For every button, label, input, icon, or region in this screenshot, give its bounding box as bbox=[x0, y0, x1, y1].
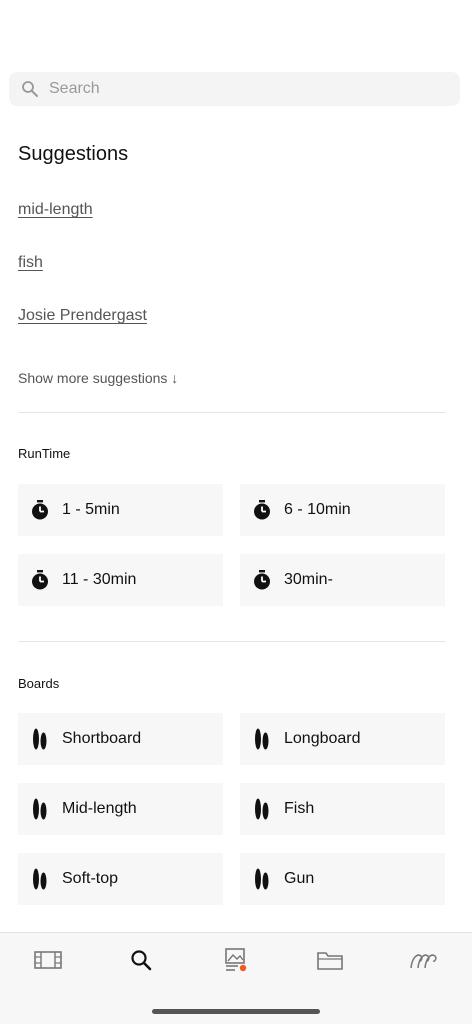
runtime-label: RunTime bbox=[18, 446, 71, 461]
surfboards-icon bbox=[252, 728, 272, 750]
feed-icon bbox=[225, 948, 247, 972]
board-option-2[interactable]: Longboard bbox=[240, 713, 445, 765]
surfboards-icon bbox=[30, 868, 50, 890]
runtime-option-label: 6 - 10min bbox=[284, 501, 351, 518]
runtime-option-2[interactable]: 6 - 10min bbox=[240, 484, 445, 536]
stopwatch-icon bbox=[30, 570, 50, 590]
board-option-6[interactable]: Gun bbox=[240, 853, 445, 905]
stopwatch-icon bbox=[252, 570, 272, 590]
search-bar[interactable] bbox=[9, 72, 460, 106]
runtime-option-3[interactable]: 11 - 30min bbox=[18, 554, 223, 606]
folder-icon bbox=[317, 952, 343, 970]
film-icon bbox=[34, 951, 62, 969]
board-option-label: Gun bbox=[284, 870, 315, 887]
tab-videos[interactable] bbox=[33, 947, 63, 973]
boards-grid: Shortboard Longboard Mid-length Fish Sof… bbox=[18, 713, 446, 906]
suggestion-link-2[interactable]: fish bbox=[18, 254, 43, 272]
boards-label: Boards bbox=[18, 676, 60, 691]
wave-icon bbox=[410, 954, 437, 969]
tab-feed[interactable] bbox=[221, 947, 251, 973]
board-option-label: Shortboard bbox=[62, 730, 142, 747]
tab-profile[interactable] bbox=[409, 947, 439, 973]
surfboards-icon bbox=[252, 798, 272, 820]
suggestion-link-3[interactable]: Josie Prendergast bbox=[18, 307, 147, 325]
runtime-grid: 1 - 5min 6 - 10min 11 - 30min 30min- bbox=[18, 484, 446, 606]
board-option-1[interactable]: Shortboard bbox=[18, 713, 223, 765]
surfboards-icon bbox=[30, 798, 50, 820]
board-option-3[interactable]: Mid-length bbox=[18, 783, 223, 835]
suggestion-link-1[interactable]: mid-length bbox=[18, 201, 93, 219]
surfboards-icon bbox=[252, 868, 272, 890]
board-option-label: Fish bbox=[284, 800, 315, 817]
board-option-label: Mid-length bbox=[62, 800, 137, 817]
stopwatch-icon bbox=[252, 500, 272, 520]
suggestions-title: Suggestions bbox=[18, 143, 129, 165]
surfboards-icon bbox=[30, 728, 50, 750]
show-more-suggestions-button[interactable]: Show more suggestions ↓ bbox=[18, 370, 178, 386]
tab-library[interactable] bbox=[315, 947, 345, 973]
board-option-label: Longboard bbox=[284, 730, 361, 747]
search-icon bbox=[131, 950, 152, 971]
stopwatch-icon bbox=[30, 500, 50, 520]
divider bbox=[18, 641, 446, 642]
runtime-option-4[interactable]: 30min- bbox=[240, 554, 445, 606]
runtime-option-label: 1 - 5min bbox=[62, 501, 120, 518]
runtime-option-label: 11 - 30min bbox=[62, 571, 137, 588]
board-option-4[interactable]: Fish bbox=[240, 783, 445, 835]
runtime-option-1[interactable]: 1 - 5min bbox=[18, 484, 223, 536]
search-input[interactable] bbox=[49, 80, 409, 98]
search-icon bbox=[22, 81, 38, 97]
tab-search[interactable] bbox=[126, 947, 156, 973]
board-option-5[interactable]: Soft-top bbox=[18, 853, 223, 905]
home-indicator bbox=[152, 1009, 320, 1014]
board-option-label: Soft-top bbox=[62, 870, 119, 887]
divider bbox=[18, 412, 446, 413]
runtime-option-label: 30min- bbox=[284, 571, 333, 588]
